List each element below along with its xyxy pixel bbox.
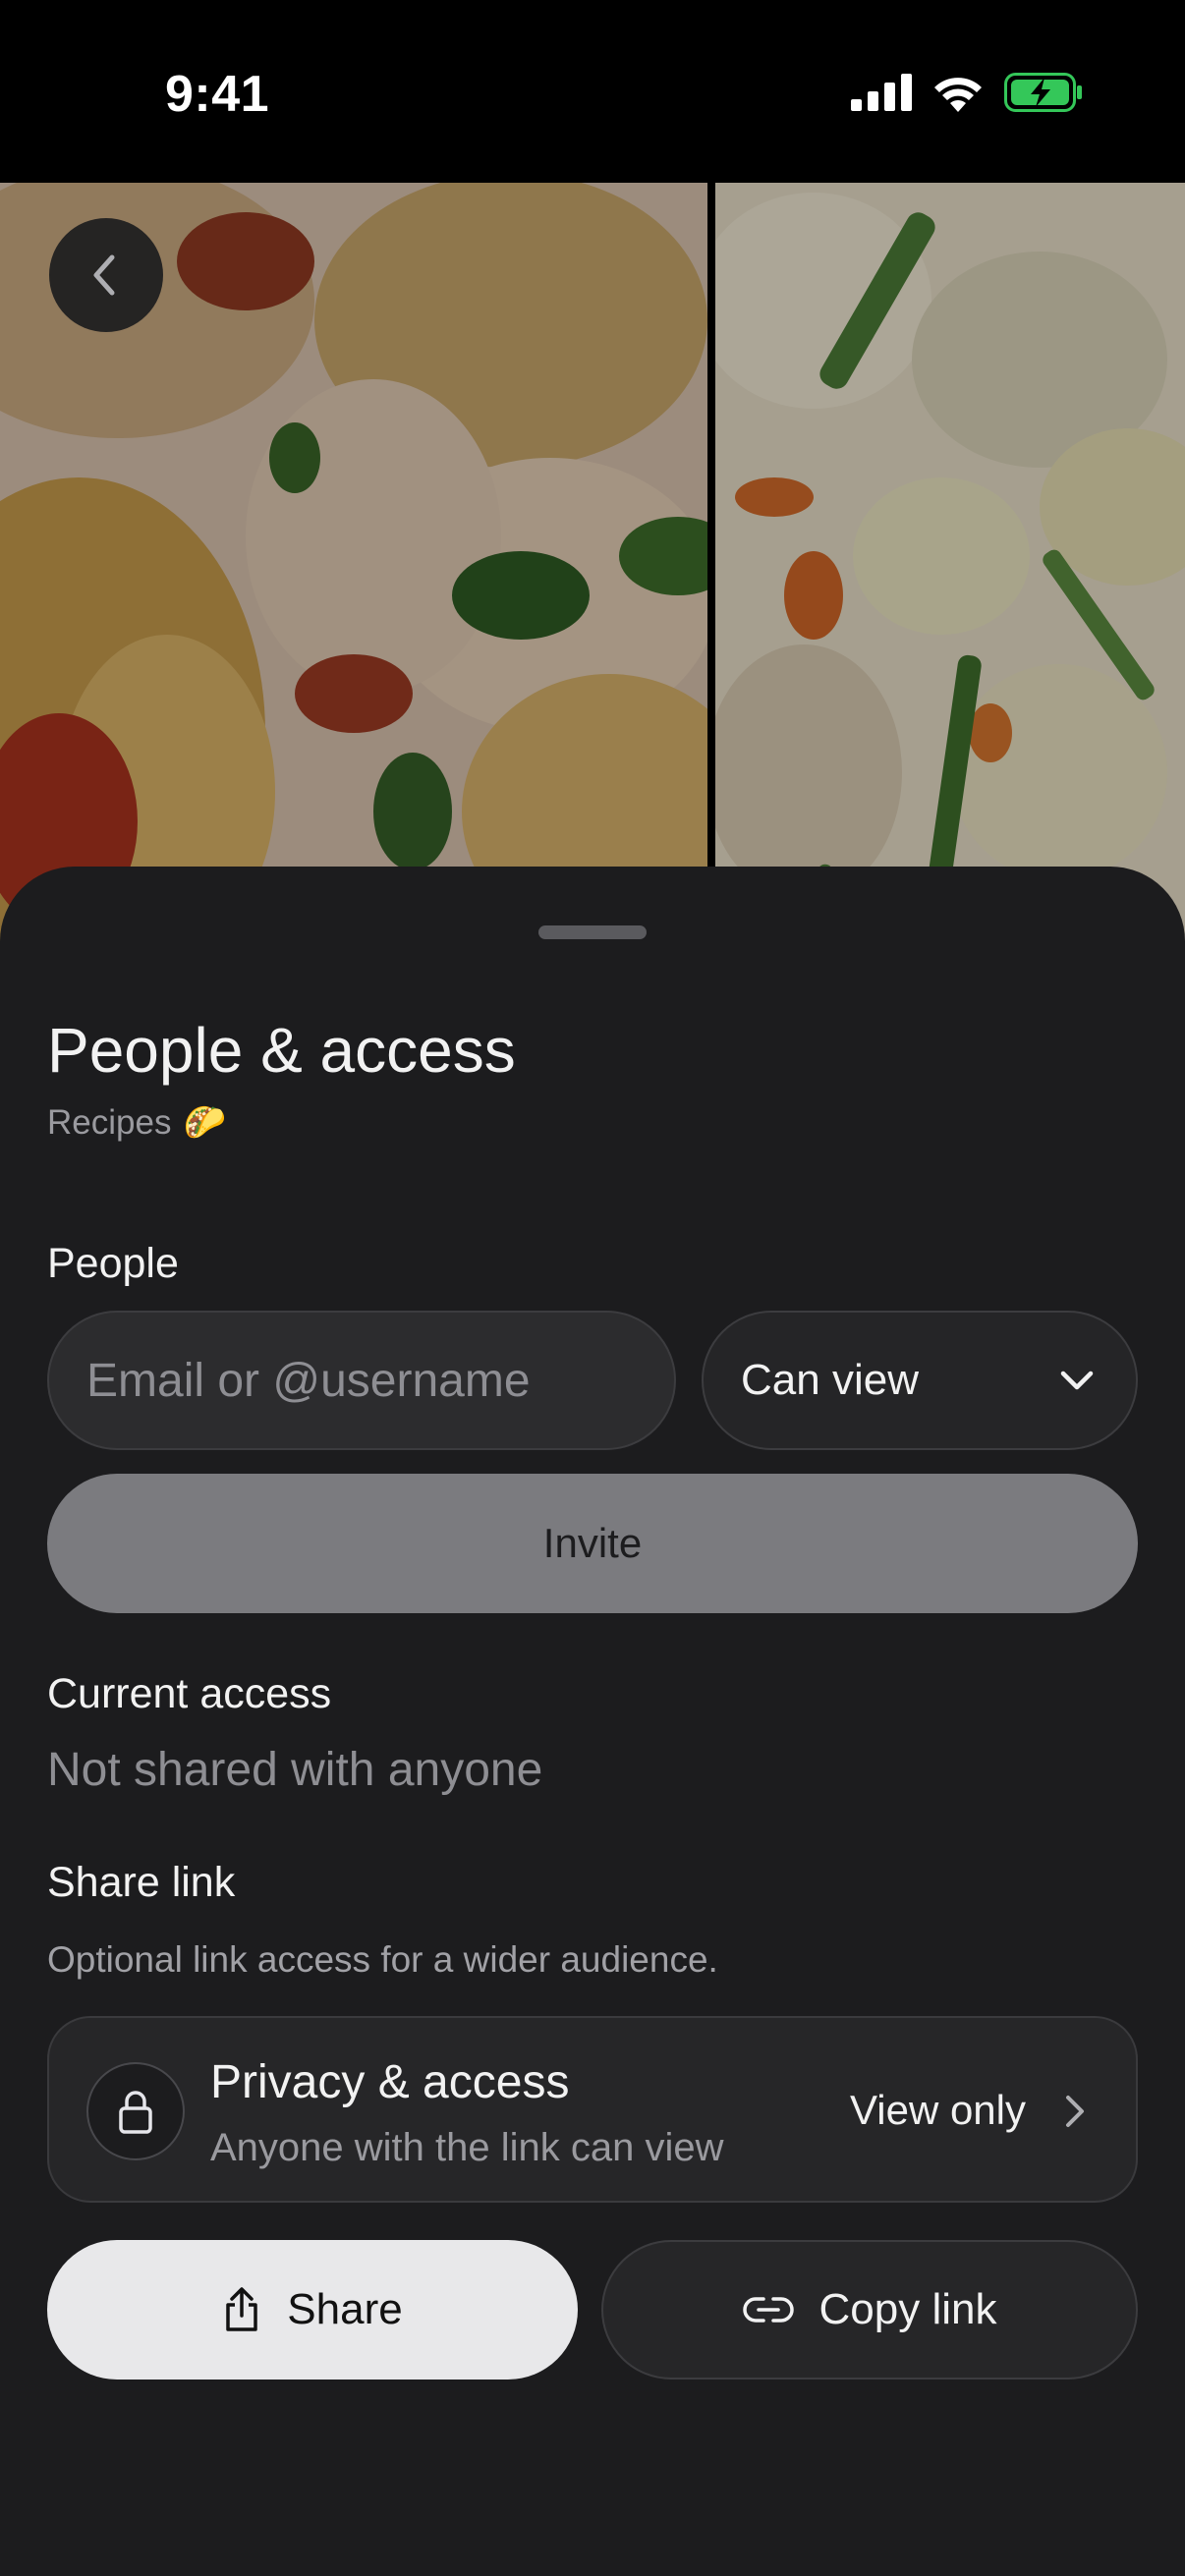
privacy-description: Anyone with the link can view: [210, 2126, 724, 2169]
privacy-value: View only: [850, 2087, 1026, 2133]
status-icons: [851, 73, 1083, 112]
link-icon: [742, 2297, 794, 2323]
current-access-label: Current access: [47, 1670, 332, 1717]
signal-icon: [851, 74, 912, 111]
sheet-grabber[interactable]: [538, 925, 647, 939]
copy-link-button[interactable]: Copy link: [601, 2240, 1138, 2380]
taco-emoji: 🌮: [183, 1103, 227, 1142]
recipe-hero-images: [0, 183, 1185, 969]
wifi-icon: [934, 78, 982, 112]
subtitle-text: Recipes: [47, 1102, 172, 1142]
status-bar: 9:41: [0, 0, 1185, 183]
role-select[interactable]: Can view: [702, 1311, 1138, 1450]
status-time: 9:41: [165, 66, 270, 123]
privacy-title: Privacy & access: [210, 2056, 570, 2108]
chevron-right-icon: [1066, 2096, 1084, 2127]
people-access-sheet: People & access Recipes 🌮 People Email o…: [0, 867, 1185, 2576]
chevron-left-icon: [93, 254, 115, 296]
lock-badge: [86, 2062, 185, 2160]
privacy-access-row[interactable]: Privacy & access Anyone with the link ca…: [47, 2016, 1138, 2203]
current-access-value: Not shared with anyone: [47, 1744, 543, 1796]
invite-button[interactable]: Invite: [47, 1474, 1138, 1613]
share-icon: [226, 2287, 258, 2331]
share-link-label: Share link: [47, 1859, 236, 1906]
sheet-title: People & access: [47, 1015, 516, 1086]
battery-charging-icon: [1004, 73, 1082, 112]
role-select-value: Can view: [741, 1356, 919, 1404]
share-button-label: Share: [287, 2285, 403, 2333]
share-link-description: Optional link access for a wider audienc…: [47, 1939, 718, 1980]
sheet-subtitle: Recipes 🌮: [47, 1102, 226, 1143]
screen: 9:41 People & access Recipes 🌮 People Em…: [0, 0, 1185, 2576]
lock-icon: [119, 2091, 152, 2134]
email-input[interactable]: Email or @username: [47, 1311, 676, 1450]
people-label: People: [47, 1240, 179, 1287]
share-button[interactable]: Share: [47, 2240, 578, 2380]
hero-dim-overlay: [0, 183, 1185, 969]
back-button[interactable]: [49, 218, 163, 332]
chevron-down-icon: [1060, 1371, 1094, 1390]
copy-link-label: Copy link: [818, 2285, 997, 2333]
